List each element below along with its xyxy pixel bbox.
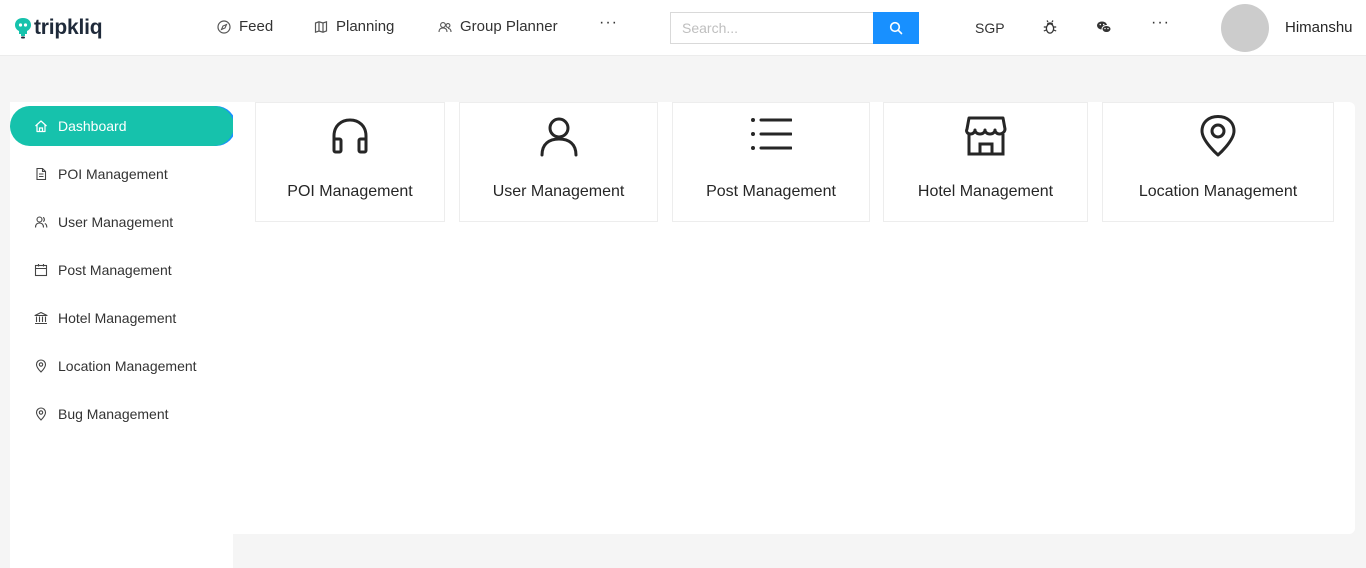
bank-icon — [34, 311, 48, 325]
card-label: Location Management — [1138, 183, 1298, 200]
nav-group-planner-label: Group Planner — [460, 18, 558, 35]
sidebar: Dashboard POI Management User Management… — [10, 102, 234, 568]
brand-logo[interactable]: tripkliq — [14, 16, 103, 40]
sidebar-item-hotel-management[interactable]: Hotel Management — [10, 298, 233, 338]
card-label: Hotel Management — [917, 183, 1054, 200]
sidebar-item-label: Post Management — [58, 262, 172, 278]
nav-more-button[interactable]: ··· — [599, 14, 618, 32]
card-post-management[interactable]: Post Management — [672, 102, 870, 222]
nav-feed-label: Feed — [239, 18, 274, 35]
currency-selector[interactable]: SGP — [975, 20, 1005, 36]
sidebar-item-label: User Management — [58, 214, 174, 230]
card-label: POI Management — [287, 183, 413, 200]
store-icon — [964, 116, 1006, 156]
location-icon — [35, 359, 47, 373]
sidebar-item-label: Location Management — [58, 358, 197, 374]
headphones-icon — [332, 118, 368, 154]
card-location-management[interactable]: Location Management — [1102, 102, 1334, 222]
card-hotel-management[interactable]: Hotel Management — [883, 102, 1088, 222]
card-label: Post Management — [706, 183, 836, 200]
team-icon — [438, 21, 452, 32]
sidebar-item-post-management[interactable]: Post Management — [10, 250, 233, 290]
sidebar-item-location-management[interactable]: Location Management — [10, 346, 233, 386]
nav-planning-label: Planning — [336, 18, 395, 35]
avatar[interactable] — [1221, 4, 1269, 52]
brand-name: tripkliq — [34, 16, 103, 39]
card-poi-management[interactable]: POI Management — [255, 102, 445, 222]
user-icon — [540, 117, 577, 157]
sidebar-item-label: POI Management — [58, 166, 168, 182]
dashboard-content: POI Management User Management Post Mana… — [233, 102, 1355, 534]
nav-planning[interactable]: Planning — [314, 18, 394, 35]
sidebar-item-label: Hotel Management — [58, 310, 177, 326]
nav-feed[interactable]: Feed — [217, 18, 273, 35]
home-icon — [35, 120, 47, 133]
list-icon — [751, 118, 792, 150]
users-icon — [34, 216, 48, 228]
search-button[interactable] — [873, 12, 919, 44]
username[interactable]: Himanshu — [1285, 19, 1353, 36]
map-pin-icon — [1200, 115, 1236, 157]
search-input[interactable] — [670, 12, 873, 44]
search-icon — [889, 21, 903, 35]
card-label: User Management — [492, 183, 625, 200]
sidebar-item-label: Dashboard — [58, 118, 127, 134]
location-icon — [35, 407, 47, 421]
calendar-icon — [34, 264, 48, 277]
map-icon — [314, 20, 328, 33]
search-bar — [670, 12, 919, 44]
logo-icon — [15, 18, 31, 39]
card-user-management[interactable]: User Management — [459, 102, 658, 222]
sidebar-item-user-management[interactable]: User Management — [10, 202, 233, 242]
bug-icon[interactable] — [1042, 19, 1058, 35]
sidebar-item-label: Bug Management — [58, 406, 169, 422]
file-icon — [36, 167, 47, 181]
compass-icon — [217, 19, 231, 34]
chat-icon[interactable] — [1096, 19, 1112, 35]
sidebar-item-dashboard[interactable]: Dashboard — [10, 106, 234, 146]
top-header: tripkliq Feed Planning Group Planner ··· — [0, 0, 1366, 56]
nav-group-planner[interactable]: Group Planner — [438, 18, 558, 35]
sidebar-item-bug-management[interactable]: Bug Management — [10, 394, 233, 434]
sidebar-item-poi-management[interactable]: POI Management — [10, 154, 233, 194]
header-more-button[interactable]: ··· — [1151, 14, 1170, 32]
